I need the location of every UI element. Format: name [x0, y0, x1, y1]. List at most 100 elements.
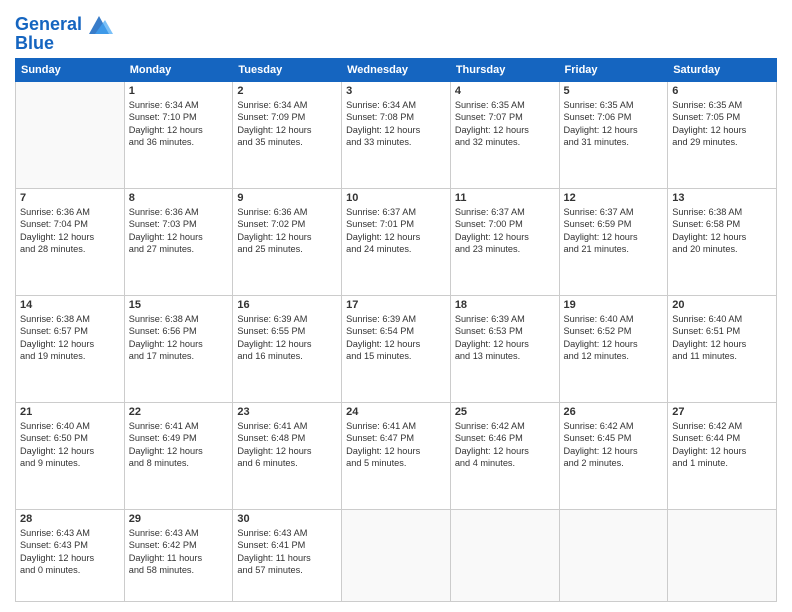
day-number: 8	[129, 192, 229, 204]
logo: General Blue	[15, 14, 113, 54]
cell-info: Sunrise: 6:40 AM Sunset: 6:50 PM Dayligh…	[20, 420, 120, 470]
cell-info: Sunrise: 6:42 AM Sunset: 6:44 PM Dayligh…	[672, 420, 772, 470]
calendar-cell: 18 Sunrise: 6:39 AM Sunset: 6:53 PM Dayli…	[450, 295, 559, 402]
calendar-day-header: Wednesday	[342, 58, 451, 81]
day-number: 7	[20, 192, 120, 204]
cell-info: Sunrise: 6:42 AM Sunset: 6:46 PM Dayligh…	[455, 420, 555, 470]
calendar-cell	[450, 509, 559, 601]
calendar-cell: 16 Sunrise: 6:39 AM Sunset: 6:55 PM Dayli…	[233, 295, 342, 402]
calendar-cell: 7 Sunrise: 6:36 AM Sunset: 7:04 PM Daylig…	[16, 188, 125, 295]
calendar-cell	[668, 509, 777, 601]
calendar-cell: 10 Sunrise: 6:37 AM Sunset: 7:01 PM Dayli…	[342, 188, 451, 295]
day-number: 4	[455, 85, 555, 97]
cell-info: Sunrise: 6:38 AM Sunset: 6:56 PM Dayligh…	[129, 313, 229, 363]
cell-info: Sunrise: 6:34 AM Sunset: 7:08 PM Dayligh…	[346, 99, 446, 149]
calendar-cell: 23 Sunrise: 6:41 AM Sunset: 6:48 PM Dayli…	[233, 402, 342, 509]
calendar-cell	[16, 81, 125, 188]
calendar-table: SundayMondayTuesdayWednesdayThursdayFrid…	[15, 58, 777, 602]
calendar-cell: 26Sunrise: 6:42 AM Sunset: 6:45 PM Dayli…	[559, 402, 668, 509]
calendar-cell: 2Sunrise: 6:34 AM Sunset: 7:09 PM Daylig…	[233, 81, 342, 188]
cell-info: Sunrise: 6:40 AM Sunset: 6:52 PM Dayligh…	[564, 313, 664, 363]
day-number: 6	[672, 85, 772, 97]
cell-info: Sunrise: 6:38 AM Sunset: 6:58 PM Dayligh…	[672, 206, 772, 256]
calendar-day-header: Thursday	[450, 58, 559, 81]
cell-info: Sunrise: 6:41 AM Sunset: 6:49 PM Dayligh…	[129, 420, 229, 470]
cell-info: Sunrise: 6:35 AM Sunset: 7:07 PM Dayligh…	[455, 99, 555, 149]
cell-info: Sunrise: 6:40 AM Sunset: 6:51 PM Dayligh…	[672, 313, 772, 363]
cell-info: Sunrise: 6:42 AM Sunset: 6:45 PM Dayligh…	[564, 420, 664, 470]
calendar-cell	[559, 509, 668, 601]
cell-info: Sunrise: 6:36 AM Sunset: 7:04 PM Dayligh…	[20, 206, 120, 256]
day-number: 20	[672, 299, 772, 311]
calendar-cell: 11 Sunrise: 6:37 AM Sunset: 7:00 PM Dayli…	[450, 188, 559, 295]
calendar-cell: 6 Sunrise: 6:35 AM Sunset: 7:05 PM Daylig…	[668, 81, 777, 188]
cell-info: Sunrise: 6:43 AM Sunset: 6:42 PM Dayligh…	[129, 527, 229, 577]
cell-info: Sunrise: 6:41 AM Sunset: 6:48 PM Dayligh…	[237, 420, 337, 470]
cell-info: Sunrise: 6:37 AM Sunset: 7:00 PM Dayligh…	[455, 206, 555, 256]
calendar-cell	[342, 509, 451, 601]
cell-info: Sunrise: 6:41 AM Sunset: 6:47 PM Dayligh…	[346, 420, 446, 470]
calendar-cell: 9 Sunrise: 6:36 AM Sunset: 7:02 PM Daylig…	[233, 188, 342, 295]
cell-info: Sunrise: 6:34 AM Sunset: 7:10 PM Dayligh…	[129, 99, 229, 149]
logo-icon	[85, 14, 113, 36]
cell-info: Sunrise: 6:34 AM Sunset: 7:09 PM Dayligh…	[237, 99, 337, 149]
calendar-cell: 20 Sunrise: 6:40 AM Sunset: 6:51 PM Dayli…	[668, 295, 777, 402]
calendar-cell: 8Sunrise: 6:36 AM Sunset: 7:03 PM Daylig…	[124, 188, 233, 295]
cell-info: Sunrise: 6:35 AM Sunset: 7:05 PM Dayligh…	[672, 99, 772, 149]
calendar-cell: 13 Sunrise: 6:38 AM Sunset: 6:58 PM Dayli…	[668, 188, 777, 295]
day-number: 21	[20, 406, 120, 418]
day-number: 27	[672, 406, 772, 418]
cell-info: Sunrise: 6:39 AM Sunset: 6:54 PM Dayligh…	[346, 313, 446, 363]
calendar-day-header: Tuesday	[233, 58, 342, 81]
day-number: 17	[346, 299, 446, 311]
calendar-day-header: Sunday	[16, 58, 125, 81]
calendar-cell: 17 Sunrise: 6:39 AM Sunset: 6:54 PM Dayli…	[342, 295, 451, 402]
calendar-cell: 24 Sunrise: 6:41 AM Sunset: 6:47 PM Dayli…	[342, 402, 451, 509]
day-number: 9	[237, 192, 337, 204]
calendar-cell: 5Sunrise: 6:35 AM Sunset: 7:06 PM Daylig…	[559, 81, 668, 188]
day-number: 3	[346, 85, 446, 97]
logo-line2: Blue	[15, 34, 113, 54]
calendar-header-row: SundayMondayTuesdayWednesdayThursdayFrid…	[16, 58, 777, 81]
calendar-cell: 4 Sunrise: 6:35 AM Sunset: 7:07 PM Daylig…	[450, 81, 559, 188]
calendar-cell: 21 Sunrise: 6:40 AM Sunset: 6:50 PM Dayli…	[16, 402, 125, 509]
day-number: 1	[129, 85, 229, 97]
day-number: 22	[129, 406, 229, 418]
calendar-day-header: Saturday	[668, 58, 777, 81]
cell-info: Sunrise: 6:36 AM Sunset: 7:02 PM Dayligh…	[237, 206, 337, 256]
day-number: 13	[672, 192, 772, 204]
calendar-cell: 25Sunrise: 6:42 AM Sunset: 6:46 PM Dayli…	[450, 402, 559, 509]
cell-info: Sunrise: 6:37 AM Sunset: 7:01 PM Dayligh…	[346, 206, 446, 256]
calendar-cell: 19 Sunrise: 6:40 AM Sunset: 6:52 PM Dayli…	[559, 295, 668, 402]
calendar-cell: 22 Sunrise: 6:41 AM Sunset: 6:49 PM Dayli…	[124, 402, 233, 509]
cell-info: Sunrise: 6:43 AM Sunset: 6:41 PM Dayligh…	[237, 527, 337, 577]
calendar-day-header: Friday	[559, 58, 668, 81]
day-number: 30	[237, 513, 337, 525]
calendar-cell: 12Sunrise: 6:37 AM Sunset: 6:59 PM Dayli…	[559, 188, 668, 295]
day-number: 15	[129, 299, 229, 311]
cell-info: Sunrise: 6:39 AM Sunset: 6:55 PM Dayligh…	[237, 313, 337, 363]
calendar-cell: 30 Sunrise: 6:43 AM Sunset: 6:41 PM Dayli…	[233, 509, 342, 601]
calendar-cell: 27 Sunrise: 6:42 AM Sunset: 6:44 PM Dayli…	[668, 402, 777, 509]
day-number: 23	[237, 406, 337, 418]
calendar-cell: 29 Sunrise: 6:43 AM Sunset: 6:42 PM Dayli…	[124, 509, 233, 601]
calendar-cell: 15 Sunrise: 6:38 AM Sunset: 6:56 PM Dayli…	[124, 295, 233, 402]
day-number: 24	[346, 406, 446, 418]
calendar-cell: 1 Sunrise: 6:34 AM Sunset: 7:10 PM Daylig…	[124, 81, 233, 188]
day-number: 10	[346, 192, 446, 204]
logo-text: General	[15, 15, 82, 35]
header: General Blue	[15, 10, 777, 54]
cell-info: Sunrise: 6:35 AM Sunset: 7:06 PM Dayligh…	[564, 99, 664, 149]
day-number: 12	[564, 192, 664, 204]
day-number: 16	[237, 299, 337, 311]
page: General Blue SundayMondayTuesdayWednesda…	[0, 0, 792, 612]
day-number: 14	[20, 299, 120, 311]
day-number: 11	[455, 192, 555, 204]
day-number: 18	[455, 299, 555, 311]
calendar-cell: 3 Sunrise: 6:34 AM Sunset: 7:08 PM Daylig…	[342, 81, 451, 188]
cell-info: Sunrise: 6:39 AM Sunset: 6:53 PM Dayligh…	[455, 313, 555, 363]
day-number: 29	[129, 513, 229, 525]
calendar-day-header: Monday	[124, 58, 233, 81]
day-number: 28	[20, 513, 120, 525]
day-number: 19	[564, 299, 664, 311]
